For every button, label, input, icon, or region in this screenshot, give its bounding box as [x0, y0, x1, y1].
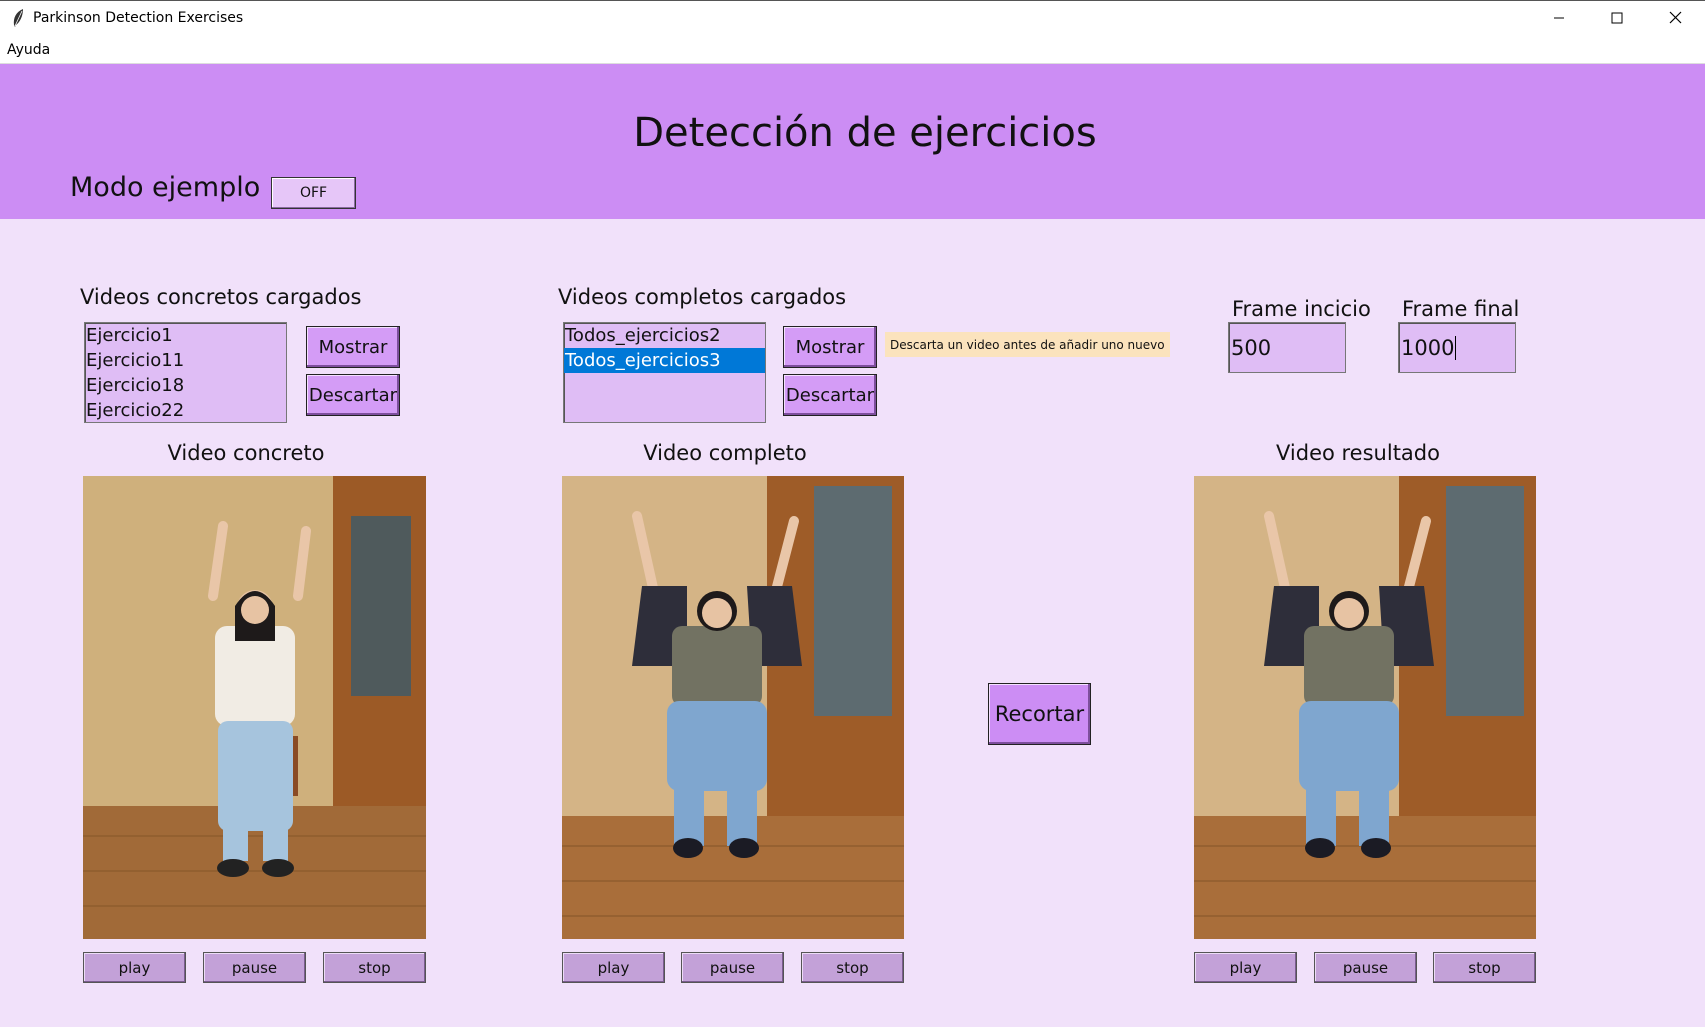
- completo-stop-button[interactable]: stop: [801, 952, 904, 983]
- frame-inicio-label: Frame incicio: [1232, 297, 1371, 321]
- resultado-stop-button[interactable]: stop: [1433, 952, 1536, 983]
- video-concreto-title: Video concreto: [167, 441, 325, 465]
- list-item[interactable]: Ejercicio22: [85, 398, 286, 422]
- minimize-button[interactable]: [1530, 0, 1588, 37]
- video-completo-title: Video completo: [643, 441, 807, 465]
- text-cursor: [1455, 335, 1457, 360]
- menu-bar: [0, 37, 1705, 64]
- video-resultado-title: Video resultado: [1276, 441, 1440, 465]
- concreto-play-button[interactable]: play: [83, 952, 186, 983]
- list-item-selected[interactable]: Todos_ejercicios3: [564, 348, 765, 373]
- completo-play-button[interactable]: play: [562, 952, 665, 983]
- resultado-pause-button[interactable]: pause: [1314, 952, 1417, 983]
- completo-pause-button[interactable]: pause: [681, 952, 784, 983]
- frame-final-label: Frame final: [1402, 297, 1520, 321]
- videos-completos-label: Videos completos cargados: [558, 285, 847, 309]
- feather-icon: [10, 8, 26, 28]
- list-item[interactable]: Todos_ejercicios2: [564, 323, 765, 348]
- minimize-icon: [1553, 9, 1565, 28]
- descarta-tooltip: Descarta un video antes de añadir uno nu…: [885, 332, 1170, 357]
- modo-ejemplo-label: Modo ejemplo: [70, 172, 261, 203]
- concreto-stop-button[interactable]: stop: [323, 952, 426, 983]
- list-item[interactable]: Ejercicio18: [85, 373, 286, 398]
- videos-concretos-list[interactable]: Ejercicio1 Ejercicio11 Ejercicio18 Ejerc…: [84, 322, 287, 423]
- menu-item-ayuda[interactable]: Ayuda: [7, 42, 50, 58]
- list-item[interactable]: Ejercicio11: [85, 348, 286, 373]
- modo-ejemplo-toggle[interactable]: OFF: [271, 177, 356, 209]
- frame-final-value: 1000: [1401, 335, 1455, 360]
- video-completo-frame: [562, 476, 904, 939]
- title-bar: [0, 0, 1705, 37]
- maximize-button[interactable]: [1588, 0, 1646, 37]
- concreto-pause-button[interactable]: pause: [203, 952, 306, 983]
- video-concreto-frame: [83, 476, 426, 939]
- frame-inicio-input[interactable]: 500: [1228, 322, 1346, 373]
- window-title: Parkinson Detection Exercises: [33, 10, 244, 26]
- video-resultado-frame: [1194, 476, 1536, 939]
- frame-final-input[interactable]: 1000: [1398, 322, 1516, 373]
- maximize-icon: [1611, 9, 1623, 28]
- videos-concretos-label: Videos concretos cargados: [80, 285, 362, 309]
- close-icon: [1669, 9, 1682, 28]
- mostrar-completo-button[interactable]: Mostrar: [783, 326, 877, 368]
- close-button[interactable]: [1646, 0, 1704, 37]
- page-title: Detección de ejercicios: [633, 110, 1097, 156]
- mostrar-concreto-button[interactable]: Mostrar: [306, 326, 400, 368]
- descartar-concreto-button[interactable]: Descartar: [306, 374, 400, 416]
- resultado-play-button[interactable]: play: [1194, 952, 1297, 983]
- videos-completos-list[interactable]: Todos_ejercicios2 Todos_ejercicios3: [563, 322, 766, 423]
- descartar-completo-button[interactable]: Descartar: [783, 374, 877, 416]
- recortar-button[interactable]: Recortar: [988, 683, 1091, 745]
- list-item[interactable]: Ejercicio1: [85, 323, 286, 348]
